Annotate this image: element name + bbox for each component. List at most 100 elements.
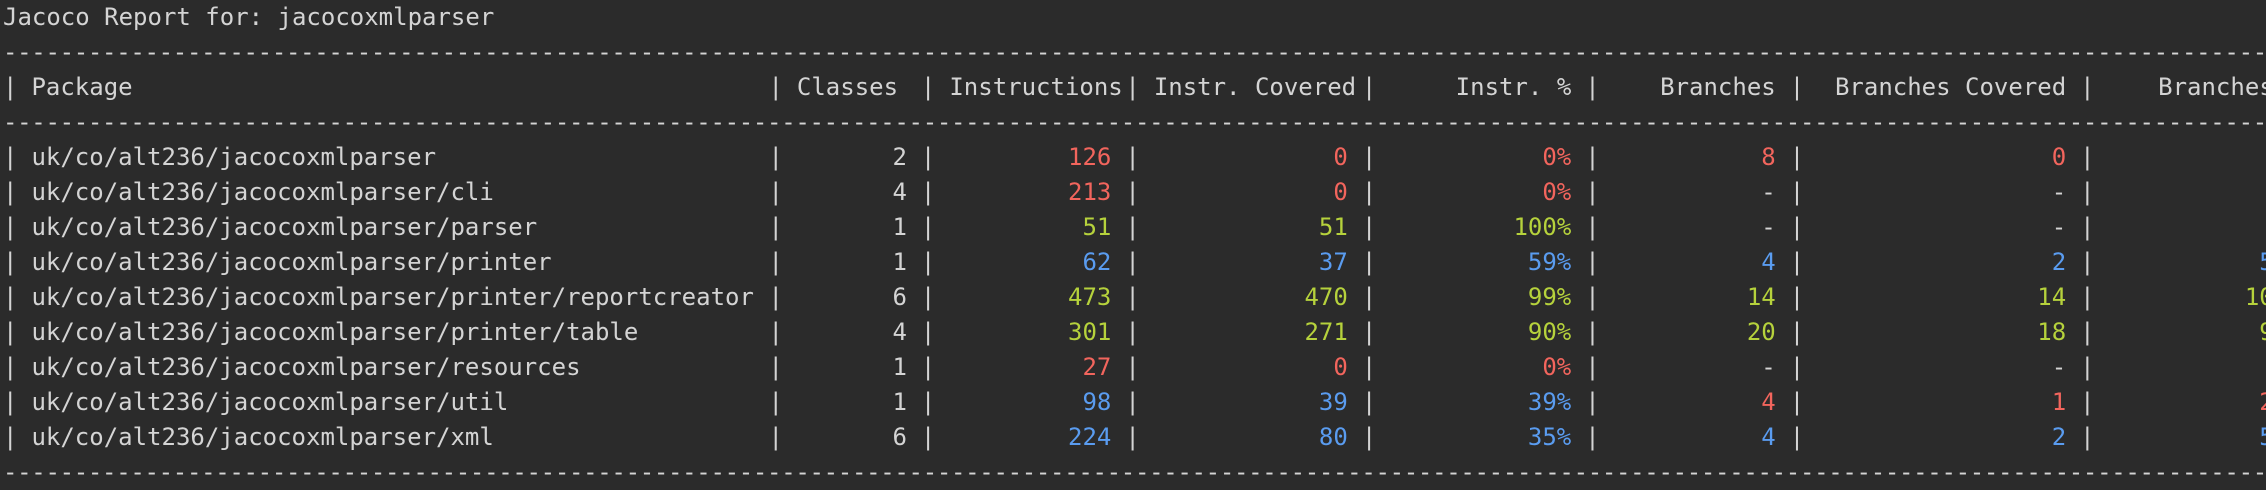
column-divider: | (1585, 73, 1600, 101)
column-divider: | (1585, 318, 1600, 346)
column-divider: | (1585, 213, 1600, 241)
cell-branches-pct: 100% (2244, 283, 2266, 311)
column-divider: | (768, 248, 783, 276)
column-divider: | (3, 353, 18, 381)
cell-branches: 8 (1761, 143, 1776, 171)
column-divider: | (3, 143, 18, 171)
column-divider: | (768, 73, 783, 101)
column-divider: | (1361, 318, 1377, 346)
column-divider: | (1125, 318, 1140, 346)
header-branches-pct: Branches % (2158, 73, 2266, 101)
cell-branches-pct: 50% (2095, 245, 2266, 280)
cell-instructions: 98 (1082, 388, 1112, 416)
column-divider: | (1789, 318, 1805, 346)
column-divider: | (1361, 353, 1377, 381)
column-divider: | (768, 353, 783, 381)
cell-package: uk/co/alt236/jacocoxmlparser/printer (31, 248, 552, 276)
cell-instr-pct: 99% (1527, 283, 1572, 311)
report-title: Jacoco Report for: jacocoxmlparser (3, 3, 495, 31)
column-divider: | (1585, 283, 1600, 311)
column-divider: | (920, 423, 936, 451)
column-divider: | (920, 283, 936, 311)
cell-instructions: 62 (1082, 248, 1112, 276)
cell-classes: 1 (892, 213, 907, 241)
column-divider: | (2080, 353, 2095, 381)
column-divider: | (1361, 283, 1377, 311)
column-divider: | (1125, 423, 1140, 451)
cell-branches: 14 (1746, 283, 1776, 311)
column-divider: | (1361, 213, 1377, 241)
cell-instr-covered: 0 (1333, 143, 1348, 171)
column-divider: | (1361, 178, 1377, 206)
terminal-output: Jacoco Report for: jacocoxmlparser -----… (3, 0, 2266, 490)
column-divider: | (1125, 388, 1140, 416)
cell-package: uk/co/alt236/jacocoxmlparser/util (31, 388, 509, 416)
column-divider: | (920, 213, 936, 241)
cell-instr-pct: 100% (1513, 213, 1572, 241)
cell-instr-pct: 39% (1527, 388, 1572, 416)
cell-branches-covered: 2 (2051, 423, 2067, 451)
cell-instructions: 213 (1068, 178, 1112, 206)
cell-package: uk/co/alt236/jacocoxmlparser/printer/tab… (31, 318, 639, 346)
column-divider: | (768, 423, 783, 451)
cell-package: uk/co/alt236/jacocoxmlparser (31, 143, 437, 171)
cell-classes: 1 (892, 388, 907, 416)
cell-branches-pct: - (2095, 210, 2266, 245)
cell-branches-covered: 18 (2037, 318, 2067, 346)
column-divider: | (3, 283, 18, 311)
column-divider: | (768, 213, 783, 241)
cell-branches-covered: 14 (2037, 283, 2067, 311)
cell-branches-pct: 0% (2095, 140, 2266, 175)
column-divider: | (1125, 73, 1140, 101)
cell-instructions: 224 (1068, 423, 1112, 451)
separator-header: ----------------------------------------… (3, 108, 2266, 136)
header-package: Package (31, 73, 133, 101)
column-divider: | (920, 353, 936, 381)
column-divider: | (1361, 388, 1377, 416)
separator-bottom: ----------------------------------------… (3, 458, 2266, 486)
column-divider: | (3, 388, 18, 416)
table-row: | uk/co/alt236/jacocoxmlparser/util | 1 | 98 |… (3, 385, 2266, 420)
column-divider: | (1125, 213, 1140, 241)
table-row: | uk/co/alt236/jacocoxmlparser/printer | 1 |… (3, 245, 2266, 280)
column-divider: | (1789, 143, 1805, 171)
column-divider: | (1585, 423, 1600, 451)
header-branches: Branches (1660, 73, 1776, 101)
cell-package: uk/co/alt236/jacocoxmlparser/parser (31, 213, 538, 241)
cell-branches-covered: 2 (2051, 248, 2067, 276)
column-divider: | (1585, 248, 1600, 276)
cell-instructions: 126 (1068, 143, 1112, 171)
table-row: | uk/co/alt236/jacocoxmlparser/cli | 4 | 213 |… (3, 175, 2266, 210)
cell-instr-pct: 59% (1527, 248, 1572, 276)
column-divider: | (920, 248, 936, 276)
header-instr-covered: Instr. Covered (1153, 73, 1357, 101)
cell-branches-pct: - (2095, 175, 2266, 210)
column-divider: | (1125, 353, 1140, 381)
cell-instr-covered: 37 (1318, 248, 1348, 276)
column-divider: | (1361, 248, 1377, 276)
header-classes: Classes (796, 73, 899, 101)
cell-classes: 6 (892, 283, 907, 311)
cell-instr-covered: 470 (1304, 283, 1348, 311)
column-divider: | (3, 178, 18, 206)
cell-instr-covered: 39 (1318, 388, 1348, 416)
cell-branches-covered: 1 (2051, 388, 2067, 416)
column-divider: | (920, 143, 936, 171)
cell-branches-pct: - (2095, 350, 2266, 385)
cell-branches: 20 (1746, 318, 1776, 346)
column-divider: | (2080, 283, 2095, 311)
cell-branches: 4 (1761, 388, 1776, 416)
cell-branches-pct: 25% (2095, 385, 2266, 420)
column-divider: | (768, 178, 783, 206)
column-divider: | (1789, 213, 1805, 241)
column-divider: | (3, 248, 18, 276)
cell-branches: - (1761, 353, 1776, 381)
cell-branches: - (1761, 178, 1776, 206)
column-divider: | (3, 318, 18, 346)
cell-package: uk/co/alt236/jacocoxmlparser/xml (31, 423, 494, 451)
cell-branches-covered: 0 (2051, 143, 2067, 171)
column-divider: | (1585, 388, 1600, 416)
column-divider: | (1789, 283, 1805, 311)
column-divider: | (920, 318, 936, 346)
cell-instr-covered: 80 (1318, 423, 1348, 451)
